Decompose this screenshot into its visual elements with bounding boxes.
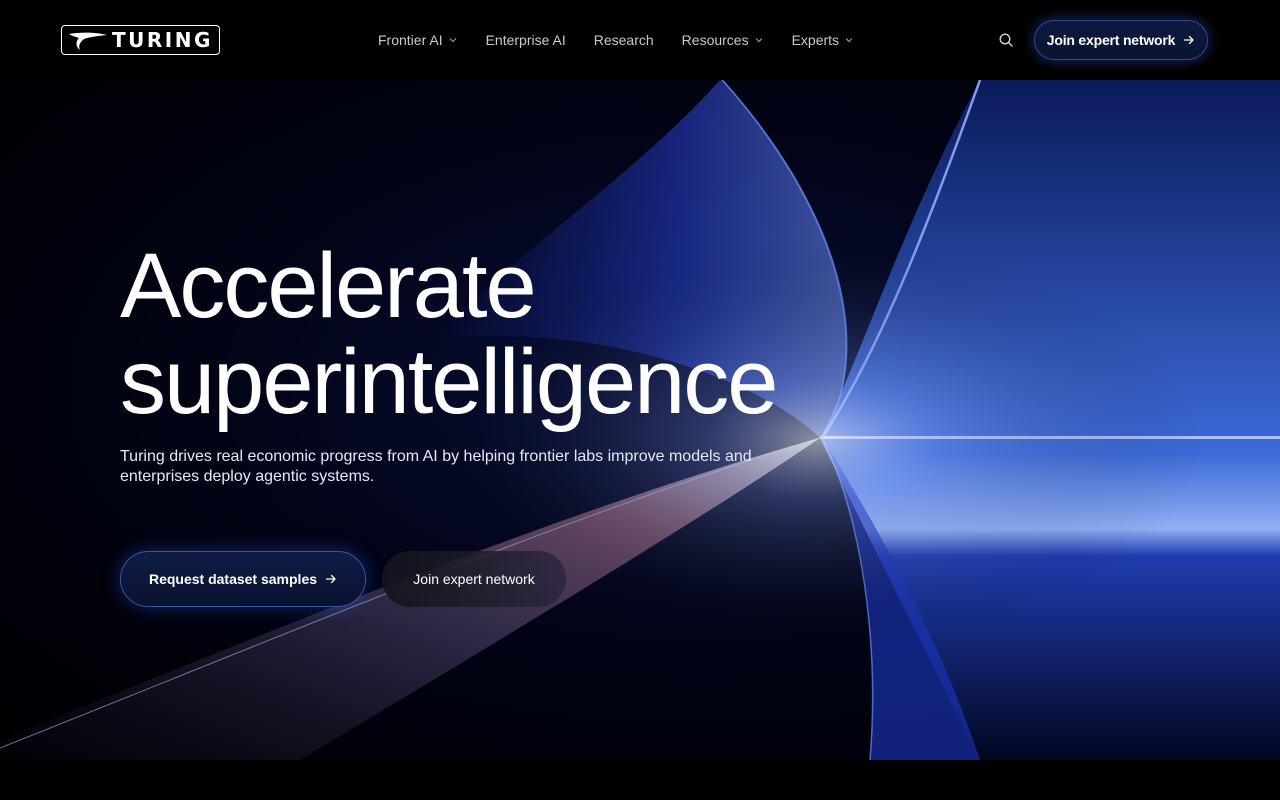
nav-item-label: Frontier AI	[378, 32, 443, 48]
chevron-down-icon	[449, 38, 456, 43]
turing-logo-mark-icon	[69, 32, 107, 50]
hero-section: Accelerate superintelligence Turing driv…	[0, 80, 1280, 760]
arrow-right-icon	[325, 574, 336, 584]
nav-item-label: Enterprise AI	[485, 32, 566, 48]
nav-item-label: Experts	[791, 32, 840, 48]
logo-wordmark: TURING	[112, 28, 213, 52]
site-header: TURING Frontier AI Enterprise AI Researc…	[0, 0, 1280, 80]
button-label: Join expert network	[1046, 32, 1176, 48]
request-dataset-samples-button[interactable]: Request dataset samples	[120, 551, 366, 607]
nav-item-frontier-ai[interactable]: Frontier AI	[378, 32, 458, 48]
nav-item-experts[interactable]: Experts	[792, 32, 854, 48]
chevron-down-icon	[845, 38, 853, 43]
headline-line-2: superintelligence	[120, 331, 778, 433]
nav-item-label: Resources	[681, 32, 749, 48]
join-expert-network-button[interactable]: Join expert network	[1034, 20, 1208, 60]
button-label: Join expert network	[413, 571, 535, 587]
turing-logo[interactable]: TURING	[61, 25, 220, 55]
hero-subtext: Turing drives real economic progress fro…	[120, 448, 752, 485]
search-icon[interactable]	[998, 32, 1014, 48]
nav-item-research[interactable]: Research	[594, 32, 654, 48]
chevron-down-icon	[755, 38, 762, 43]
headline-line-1: Accelerate	[120, 235, 537, 337]
join-expert-network-secondary-button[interactable]: Join expert network	[382, 551, 566, 607]
hero-headline: Accelerate superintelligence	[120, 235, 778, 433]
nav-item-label: Research	[593, 32, 654, 48]
page-bottom-strip	[0, 760, 1280, 800]
button-label: Request dataset samples	[148, 571, 318, 587]
main-nav: Frontier AI Enterprise AI Research Resou…	[378, 30, 854, 50]
nav-item-enterprise-ai[interactable]: Enterprise AI	[486, 32, 566, 48]
arrow-right-icon	[1184, 35, 1194, 45]
nav-item-resources[interactable]: Resources	[682, 32, 764, 48]
